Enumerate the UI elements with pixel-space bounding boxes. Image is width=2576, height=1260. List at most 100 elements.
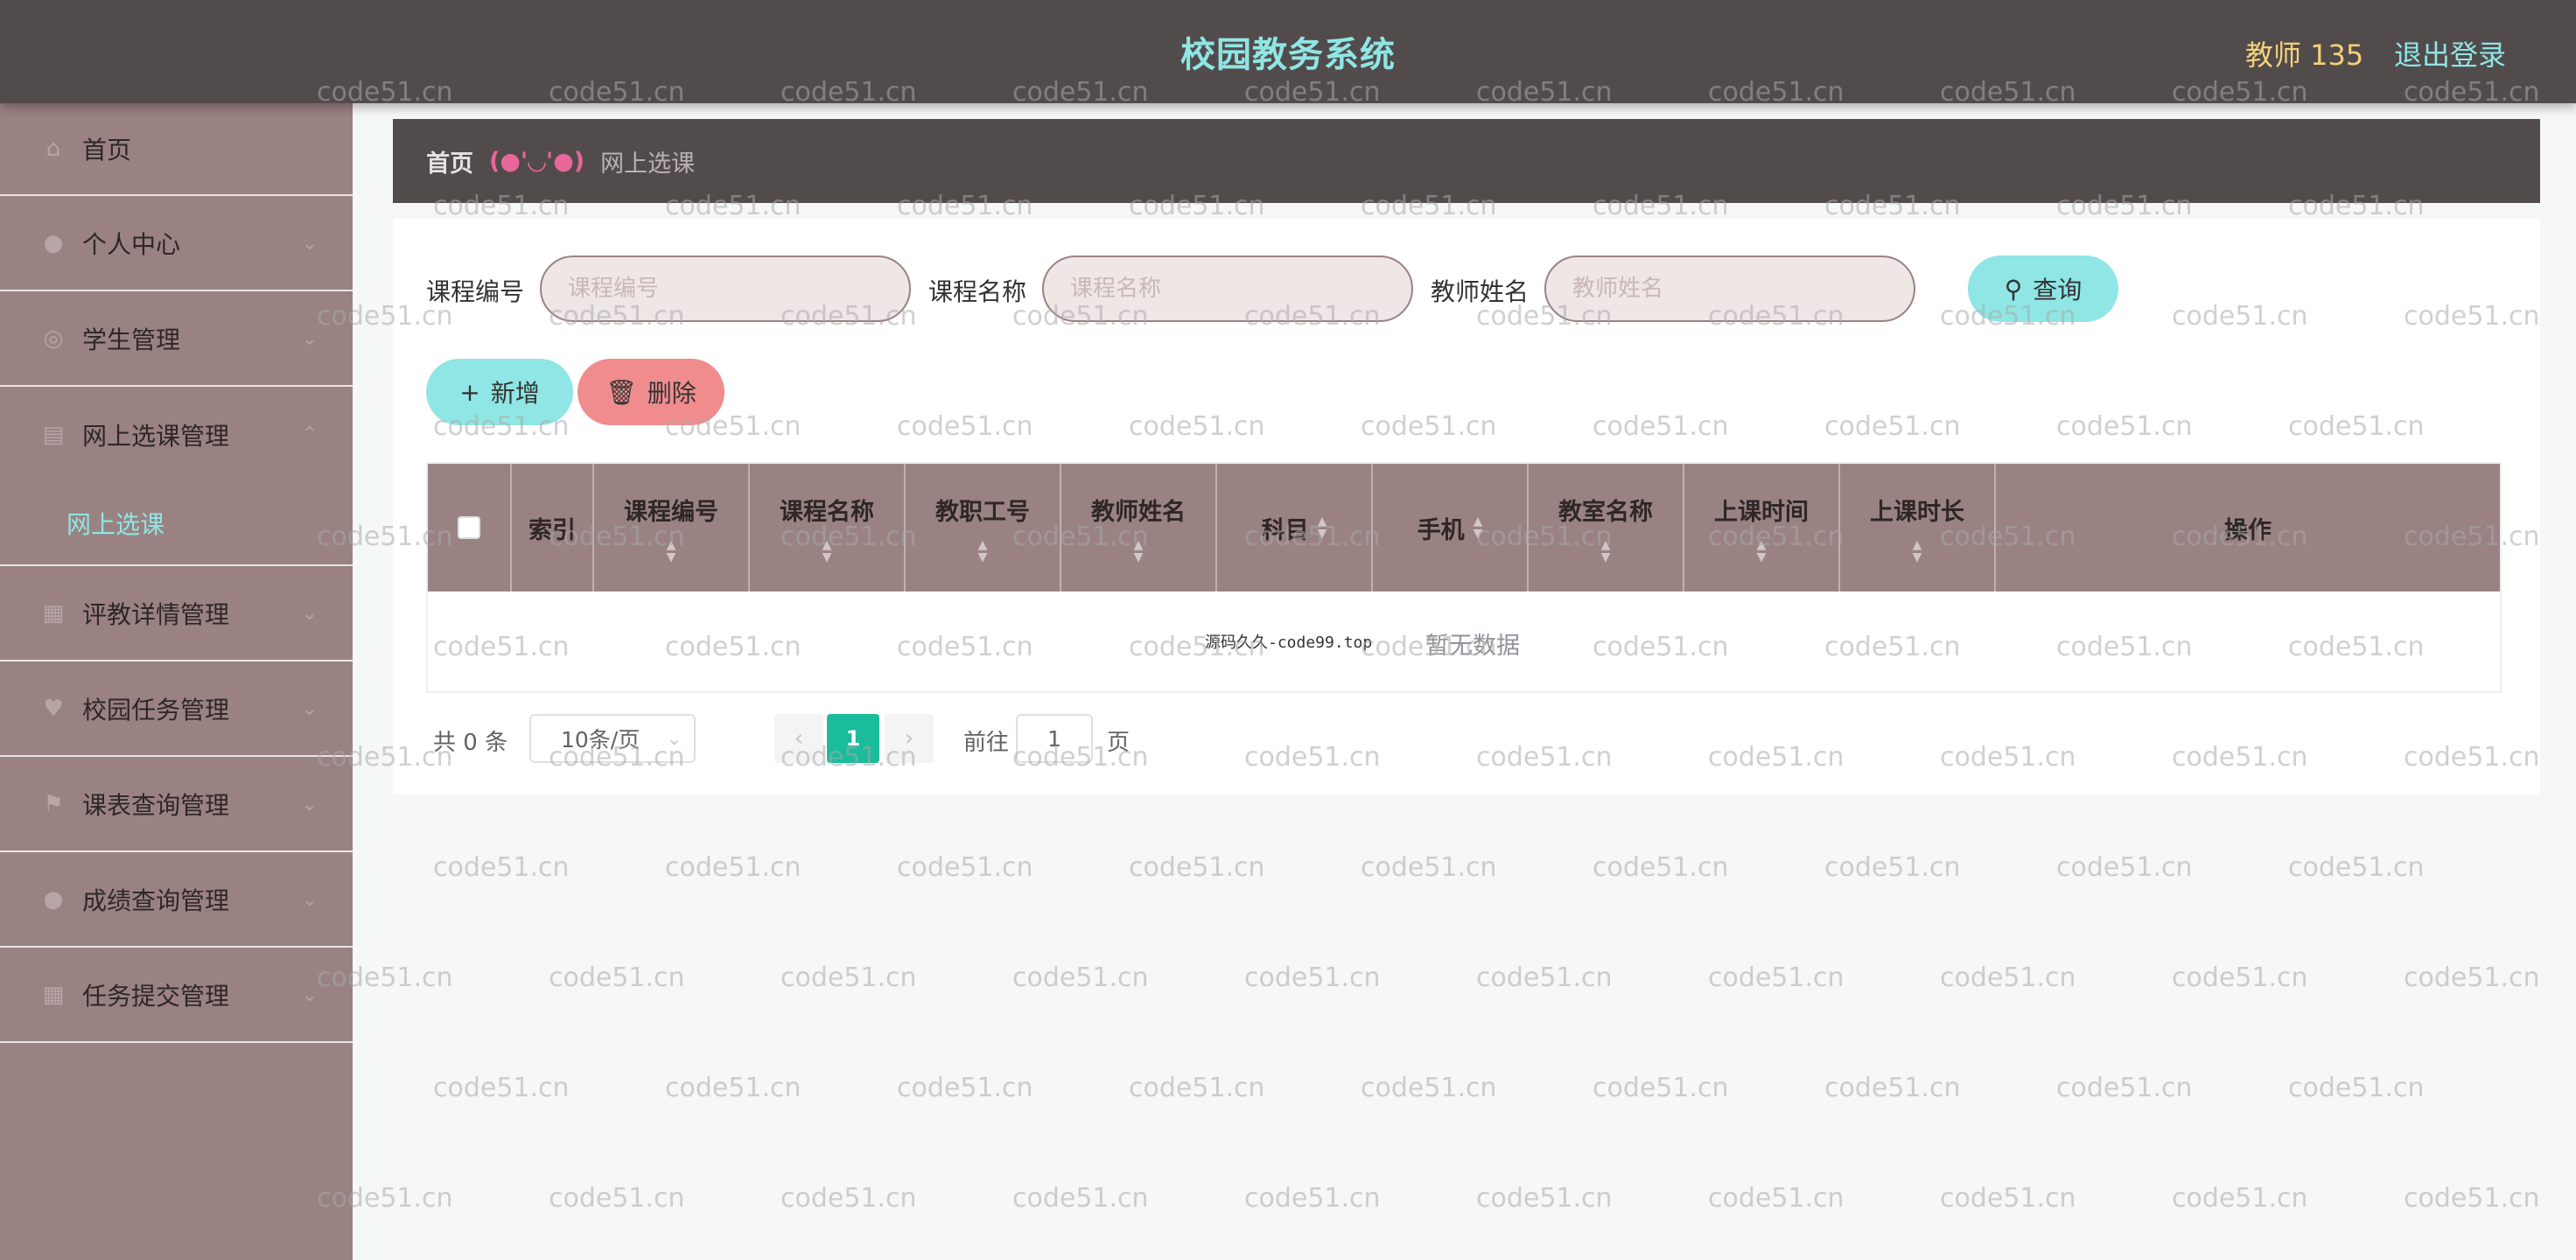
watermark-text: code51.cn [665, 1073, 802, 1103]
score-icon: ● [43, 886, 64, 913]
column-header-sortable[interactable]: 教师姓名 ▲ ▼ [1061, 464, 1217, 592]
sort-icon[interactable]: ▲ ▼ [1757, 539, 1767, 564]
watermark-text: code51.cn [2404, 962, 2540, 993]
breadcrumb-current: 网上选课 [600, 150, 696, 178]
sort-icon[interactable]: ▲ ▼ [1474, 515, 1483, 540]
sort-icon[interactable]: ▲ ▼ [978, 539, 988, 564]
column-header-sortable[interactable]: 上课时间 ▲ ▼ [1684, 464, 1840, 592]
home-icon: ⌂ [46, 136, 61, 162]
trash-icon: 🗑 [606, 377, 637, 407]
goto-page-input[interactable] [1016, 714, 1093, 763]
add-button[interactable]: + 新增 [426, 359, 573, 425]
query-button[interactable]: ⚲ 查询 [1968, 256, 2118, 322]
sidebar-item-course-selection[interactable]: ▤ 网上选课管理 ⌃ [0, 387, 353, 482]
sidebar-item-profile[interactable]: ● 个人中心 ⌄ [0, 196, 353, 291]
plus-icon: + [459, 377, 480, 407]
sidebar-item-schedule[interactable]: ⚑ 课表查询管理 ⌄ [0, 757, 353, 852]
column-header-sortable[interactable]: 上课时长 ▲ ▼ [1840, 464, 1996, 592]
breadcrumb-separator: (●'◡'●) [489, 147, 585, 175]
sort-icon[interactable]: ▲ ▼ [667, 539, 676, 564]
page-suffix: 页 [1107, 730, 1130, 756]
sidebar-item-label: 校园任务管理 [82, 695, 230, 724]
app-title: 校园教务系统 [1180, 35, 1396, 75]
column-header-sortable[interactable]: 教室名称 ▲ ▼ [1529, 464, 1684, 592]
watermark-text: code51.cn [1244, 962, 1381, 993]
select-all-checkbox[interactable] [458, 516, 480, 539]
chevron-down-icon: ⌄ [301, 698, 318, 720]
select-all-cell [428, 464, 512, 592]
search-form: 课程编号 课程名称 教师姓名 ⚲ 查询 [426, 256, 2526, 322]
watermark-text: code51.cn [780, 962, 917, 993]
watermark-text: code51.cn [2288, 1073, 2425, 1103]
sidebar-item-label: 任务提交管理 [82, 981, 230, 1011]
teacher-name-input[interactable] [1544, 256, 1915, 322]
watermark-text: code51.cn [433, 852, 570, 883]
sort-icon[interactable]: ▲ ▼ [1318, 515, 1327, 540]
sidebar-item-evaluation[interactable]: ▦ 评教详情管理 ⌄ [0, 566, 353, 662]
sidebar-item-scores[interactable]: ● 成绩查询管理 ⌄ [0, 852, 353, 948]
sidebar-item-label: 学生管理 [82, 325, 181, 354]
evaluation-icon: ▦ [42, 599, 65, 626]
column-header-sortable[interactable]: 科目 ▲ ▼ [1217, 464, 1373, 592]
watermark-text: code51.cn [1824, 852, 1961, 883]
sidebar-item-label: 首页 [82, 136, 132, 164]
chevron-down-icon: ⌄ [301, 794, 318, 816]
overlay-text: 源码久久-code99.top [1205, 634, 1373, 652]
sidebar-item-students[interactable]: ◎ 学生管理 ⌄ [0, 291, 353, 387]
watermark-text: code51.cn [2172, 1183, 2308, 1214]
sort-icon[interactable]: ▲ ▼ [1913, 539, 1922, 564]
column-header-sortable[interactable]: 课程名称 ▲ ▼ [750, 464, 906, 592]
course-name-input[interactable] [1042, 256, 1413, 322]
sidebar-item-submissions[interactable]: ▦ 任务提交管理 ⌄ [0, 948, 353, 1043]
page-number-current[interactable]: 1 [827, 714, 879, 763]
course-no-input[interactable] [540, 256, 911, 322]
chevron-left-icon: ‹ [794, 725, 804, 752]
watermark-text: code51.cn [2404, 1183, 2540, 1214]
sidebar-item-label: 个人中心 [82, 229, 181, 259]
watermark-text: code51.cn [549, 962, 685, 993]
watermark-text: code51.cn [549, 1183, 685, 1214]
breadcrumb-home[interactable]: 首页 [426, 144, 473, 178]
sort-icon[interactable]: ▲ ▼ [822, 539, 832, 564]
watermark-text: code51.cn [1592, 1073, 1729, 1103]
user-icon: ● [43, 229, 64, 256]
watermark-text: code51.cn [1129, 1073, 1265, 1103]
watermark-text: code51.cn [1129, 852, 1265, 883]
watermark-text: code51.cn [2172, 962, 2308, 993]
watermark-text: code51.cn [665, 852, 802, 883]
sidebar: ⌂ 首页 ● 个人中心 ⌄ ◎ 学生管理 ⌄ ▤ 网上选课管理 ⌃ 网上选课 ▦… [0, 103, 353, 1260]
task-icon: ♥ [43, 695, 64, 722]
sort-icon[interactable]: ▲ ▼ [1134, 539, 1144, 564]
sidebar-item-label: 课表查询管理 [82, 790, 230, 820]
watermark-text: code51.cn [780, 1183, 917, 1214]
course-name-label: 课程名称 [928, 277, 1027, 306]
prev-page-button[interactable]: ‹ [774, 714, 823, 763]
column-header-sortable[interactable]: 教职工号 ▲ ▼ [906, 464, 1061, 592]
search-icon: ⚲ [2004, 274, 2023, 304]
column-header-sortable[interactable]: 手机 ▲ ▼ [1373, 464, 1529, 592]
sidebar-item-home[interactable]: ⌂ 首页 [0, 103, 353, 196]
sidebar-item-tasks[interactable]: ♥ 校园任务管理 ⌄ [0, 662, 353, 757]
sort-icon[interactable]: ▲ ▼ [1601, 539, 1611, 564]
course-icon: ▤ [42, 421, 65, 448]
main-panel: 课程编号 课程名称 教师姓名 ⚲ 查询 + 新增 🗑 删除 索引 课程编号 ▲▼ [393, 219, 2540, 794]
page-size-select[interactable]: 10条/页 ⌄ [529, 714, 696, 763]
watermark-text: code51.cn [897, 852, 1033, 883]
sidebar-subitem-online-course[interactable]: 网上选课 [0, 482, 353, 566]
chevron-right-icon: › [904, 725, 914, 752]
goto-label: 前往 [963, 730, 1010, 756]
course-table: 索引 课程编号 ▲ ▼ 课程名称 ▲ ▼ 教职工号 ▲ ▼ 教师姓名 ▲ ▼ 科目 ▲ ▼ [426, 462, 2502, 693]
logout-link[interactable]: 退出登录 [2394, 33, 2506, 74]
watermark-text: code51.cn [897, 1073, 1033, 1103]
column-header-sortable[interactable]: 课程编号 ▲ ▼ [594, 464, 750, 592]
column-header: 索引 [512, 464, 594, 592]
delete-button-label: 删除 [647, 379, 696, 408]
next-page-button[interactable]: › [885, 714, 934, 763]
chevron-down-icon: ⌄ [301, 603, 318, 625]
chevron-up-icon: ⌃ [301, 424, 318, 445]
delete-button[interactable]: 🗑 删除 [578, 359, 724, 425]
watermark-text: code51.cn [1476, 962, 1613, 993]
top-header: 校园教务系统 教师 135 退出登录 [0, 0, 2576, 103]
watermark-text: code51.cn [1012, 1183, 1149, 1214]
current-user: 教师 135 [2245, 38, 2364, 72]
